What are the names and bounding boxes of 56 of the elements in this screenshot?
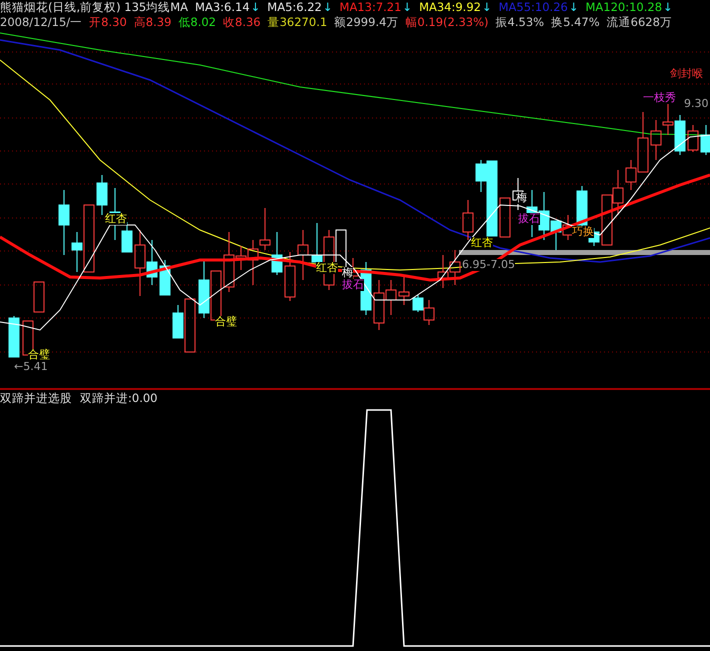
candlestick [284, 252, 296, 302]
quote-field: 量36270.1 [268, 15, 328, 30]
quote-field: 高8.39 [134, 15, 172, 30]
candlestick [34, 282, 44, 312]
signal-label: 梅 [342, 267, 353, 279]
signal-label: 红杏 [471, 237, 493, 249]
quote-field: 换5.47% [551, 15, 600, 30]
ma-value: MA55:10.26↓ [498, 0, 578, 15]
candlestick [374, 280, 384, 330]
candlestick [8, 316, 20, 358]
candlestick [450, 250, 460, 286]
signal-label: 梅 [516, 192, 527, 204]
candlestick [298, 230, 308, 280]
signal-label: 拔石 [518, 213, 540, 225]
quote-field: 低8.02 [178, 15, 216, 30]
candlestick [688, 124, 698, 152]
quote-field: 幅0.19(2.33%) [405, 15, 489, 30]
indicator-title: 双蹄并进选股 [0, 390, 72, 406]
signal-label: 合璧 [28, 349, 50, 361]
candlestick [562, 214, 574, 240]
candlestick [602, 194, 612, 246]
signal-label: 巧换 [572, 226, 594, 238]
candlestick [260, 208, 270, 250]
candlestick [438, 254, 448, 288]
quote-field: 额2999.4万 [334, 15, 398, 30]
candlestick [198, 260, 210, 318]
signal-label: 红杏 [105, 213, 127, 225]
ma-value: MA34:9.92↓ [419, 0, 492, 15]
signal-label: 拔石 [342, 279, 364, 291]
quote-field: 开8.30 [89, 15, 127, 30]
candlestick [650, 120, 662, 160]
ma-value: MA5:6.22↓ [267, 0, 333, 15]
indicator-reading: 双蹄并进:0.00 [80, 390, 158, 406]
quote-field: 振4.53% [496, 15, 544, 30]
signal-label: 9.30 [684, 98, 708, 110]
signal-label: 6.95-7.05 [462, 259, 515, 271]
quote-field: 收8.36 [223, 15, 261, 30]
signal-label: 一枝秀 [643, 92, 676, 104]
candlestick [674, 114, 686, 156]
candlestick [386, 280, 396, 316]
signal-label: 剑封喉 [670, 68, 703, 80]
candlestick [398, 274, 410, 306]
signal-label: 合璧 [215, 316, 237, 328]
ma-value: MA120:10.28↓ [585, 0, 673, 15]
ma-value: MA3:6.14↓ [195, 0, 260, 15]
candlestick [500, 198, 510, 238]
signal-label: 红杏 [316, 262, 338, 274]
ma-value: MA13:7.21↓ [340, 0, 412, 15]
candlestick [700, 124, 710, 156]
signal-label: ←5.41 [14, 361, 48, 373]
quote-field: 2008/12/15/一 [0, 15, 82, 30]
quote-field: 流通6628万 [606, 15, 672, 30]
candlestick [612, 170, 624, 216]
candlestick [58, 190, 70, 256]
candlestick [272, 232, 282, 276]
stock-title: 熊猫烟花(日线,前复权) 135均线MA [0, 0, 188, 15]
